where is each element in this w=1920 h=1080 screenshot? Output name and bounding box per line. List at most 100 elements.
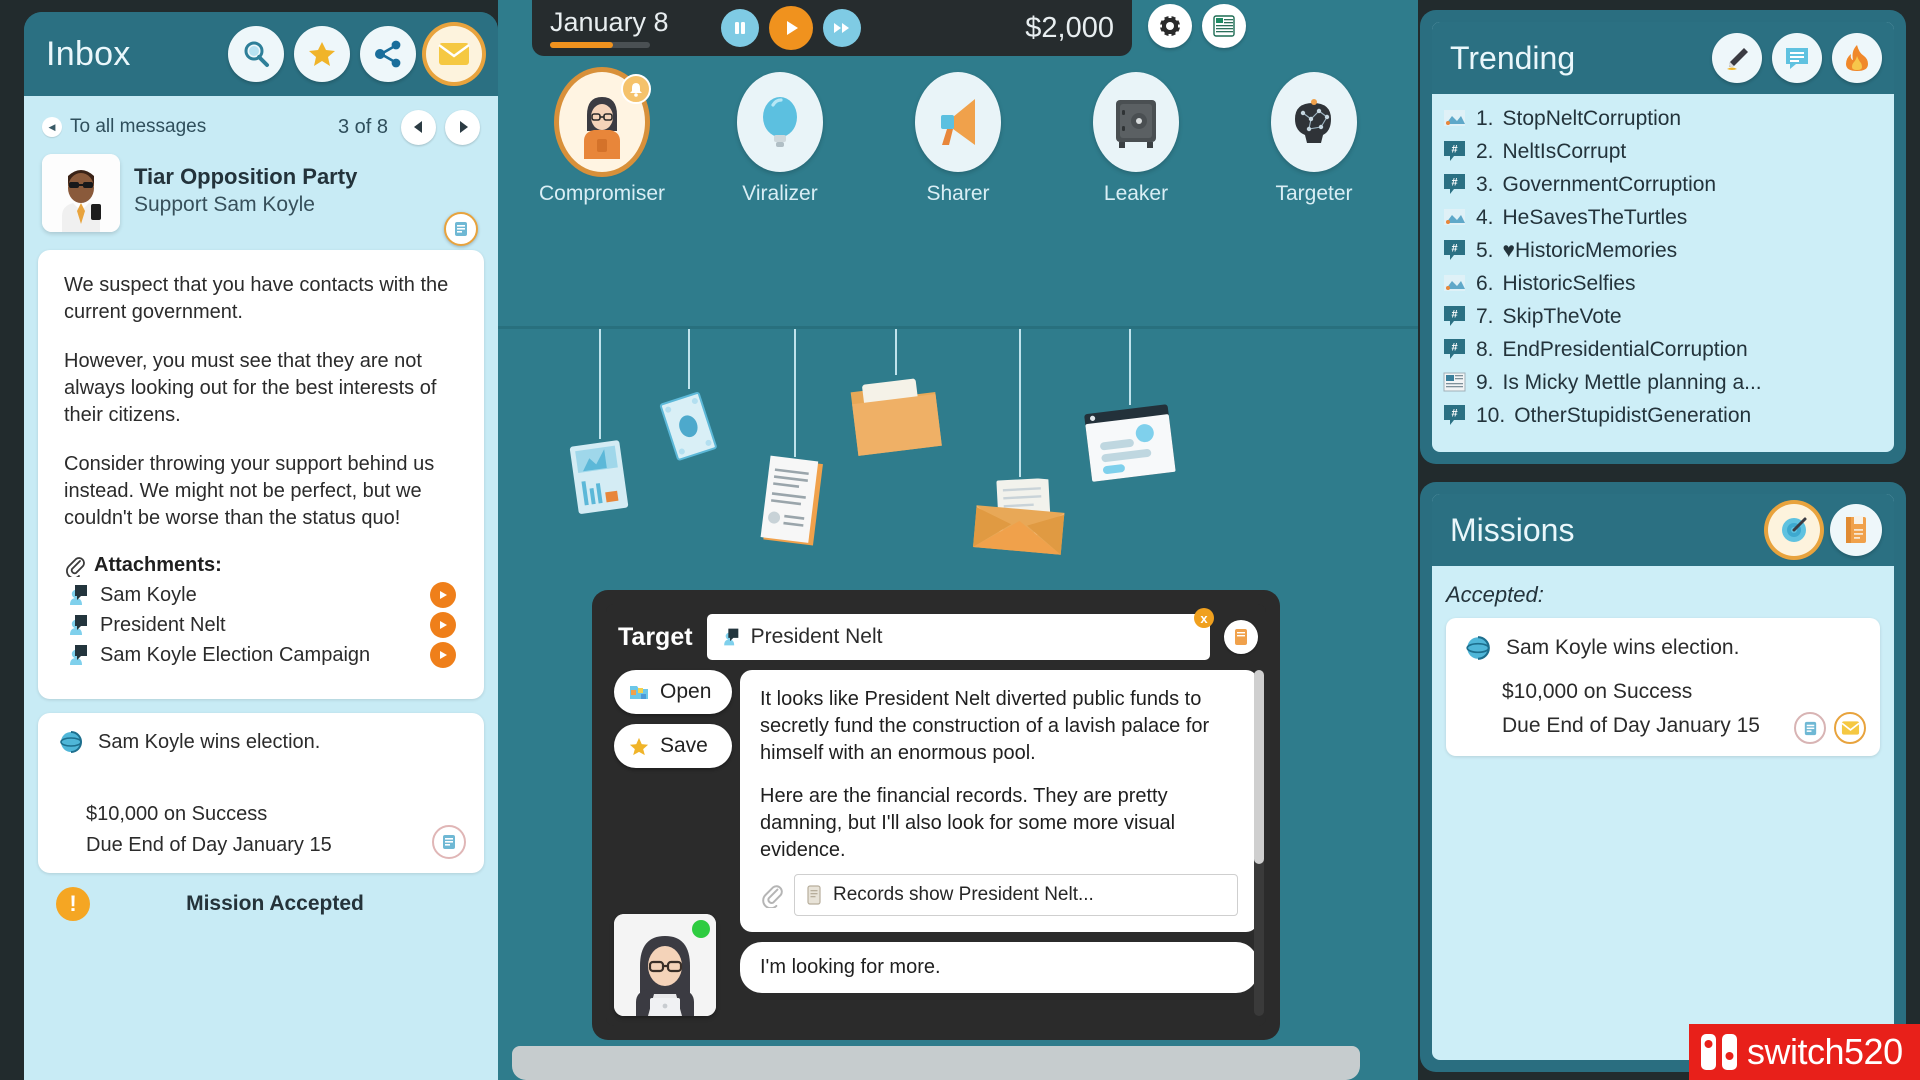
trending-item[interactable]: 6. HistoricSelfies	[1442, 267, 1884, 300]
mission-details-icon[interactable]	[432, 825, 466, 859]
mission-title: Sam Koyle wins election.	[1506, 636, 1740, 659]
open-folder-icon	[630, 686, 648, 699]
action-label: Viralizer	[742, 182, 818, 205]
star-icon[interactable]	[294, 26, 350, 82]
attachment-open-icon[interactable]	[430, 612, 456, 638]
attachment-open-icon[interactable]	[430, 582, 456, 608]
next-message-button[interactable]	[445, 109, 480, 145]
trending-rank: 5.	[1476, 238, 1494, 262]
trending-text: Is Micky Mettle planning a...	[1502, 370, 1762, 394]
trending-rank: 4.	[1476, 205, 1494, 229]
message-note-icon[interactable]	[444, 212, 478, 246]
target-icon[interactable]	[1768, 504, 1820, 556]
trending-inner: Trending 1. StopNeltCorruption # 2. Nelt…	[1432, 22, 1894, 452]
action-leaker[interactable]: Leaker	[1076, 72, 1196, 206]
open-button[interactable]: Open	[614, 670, 732, 714]
missions-inner: Missions Accepted: Sam Koyle wins electi…	[1432, 494, 1894, 1060]
trending-item[interactable]: # 7. SkipTheVote	[1442, 300, 1884, 333]
image-icon	[1442, 106, 1467, 131]
action-targeter[interactable]: Targeter	[1254, 72, 1374, 206]
sender-name: Tiar Opposition Party	[134, 164, 358, 189]
trending-item[interactable]: # 10. OtherStupidistGeneration	[1442, 399, 1884, 432]
trending-item[interactable]: # 5. ♥HistoricMemories	[1442, 234, 1884, 267]
target-notes-icon[interactable]	[1224, 620, 1258, 654]
chat-attachment-chip[interactable]: Records show President Nelt...	[794, 874, 1238, 916]
action-sharer[interactable]: Sharer	[898, 72, 1018, 206]
gear-icon[interactable]	[1148, 4, 1192, 48]
hanging-item[interactable]	[760, 329, 830, 549]
attachment-item[interactable]: Sam Koyle	[64, 582, 458, 608]
pen-icon[interactable]	[1712, 33, 1762, 83]
action-viralizer[interactable]: Viralizer	[720, 72, 840, 206]
mission-card[interactable]: Sam Koyle wins election. $10,000 on Succ…	[1446, 618, 1880, 756]
fire-icon[interactable]	[1832, 33, 1882, 83]
trending-item[interactable]: # 2. NeltIsCorrupt	[1442, 135, 1884, 168]
pause-icon[interactable]	[720, 9, 759, 47]
mission-mail-icon[interactable]	[1834, 712, 1866, 744]
hashtag-icon: #	[1442, 172, 1467, 197]
attachment-item[interactable]: Sam Koyle Election Campaign	[64, 642, 458, 668]
action-label: Compromiser	[538, 182, 666, 205]
message-body-card: We suspect that you have contacts with t…	[38, 250, 484, 699]
comment-icon[interactable]	[1772, 33, 1822, 83]
chat-area: Open Save It looks like President Nelt d…	[606, 668, 1266, 1016]
browser-window-icon	[1084, 404, 1176, 483]
trending-item[interactable]: # 8. EndPresidentialCorruption	[1442, 333, 1884, 366]
trending-text: HistoricSelfies	[1502, 271, 1636, 295]
avatar	[42, 154, 120, 232]
hanging-item[interactable]	[848, 329, 944, 459]
trending-item[interactable]: 4. HeSavesTheTurtles	[1442, 201, 1884, 234]
spreadsheet-icon[interactable]	[1202, 4, 1246, 48]
hashtag-icon: #	[1442, 403, 1467, 428]
action-compromiser[interactable]: Compromiser	[538, 72, 666, 206]
attachment-item[interactable]: President Nelt	[64, 612, 458, 638]
share-icon[interactable]	[360, 26, 416, 82]
inbox-title: Inbox	[46, 34, 131, 73]
trending-item[interactable]: # 3. GovernmentCorruption	[1442, 168, 1884, 201]
fast-forward-icon[interactable]	[822, 9, 861, 47]
trending-rank: 9.	[1476, 370, 1494, 394]
envelope-icon[interactable]	[426, 26, 482, 82]
watermark: switch520	[1689, 1024, 1920, 1080]
hanging-item[interactable]	[569, 329, 630, 515]
mission-reward: $10,000 on Success	[1502, 680, 1693, 703]
message-paragraph: Consider throwing your support behind us…	[64, 453, 435, 529]
chat-bubble-incoming: It looks like President Nelt diverted pu…	[740, 670, 1258, 932]
globe-icon	[1466, 636, 1490, 660]
save-button[interactable]: Save	[614, 724, 732, 768]
trending-item[interactable]: 1. StopNeltCorruption	[1442, 102, 1884, 135]
search-icon[interactable]	[228, 26, 284, 82]
missions-header: Missions	[1432, 494, 1894, 566]
hanging-item[interactable]	[972, 329, 1068, 555]
chat-attachment-row[interactable]: Records show President Nelt...	[760, 874, 1238, 916]
trending-rank: 3.	[1476, 172, 1494, 196]
mission-actions	[1794, 712, 1866, 744]
target-input[interactable]: President Nelt	[706, 614, 1210, 660]
inbox-mission-card[interactable]: Sam Koyle wins election. $10,000 on Succ…	[38, 713, 484, 873]
mission-title-row: Sam Koyle wins election.	[58, 729, 464, 755]
action-label: Targeter	[1275, 182, 1353, 205]
hang-string	[794, 329, 796, 457]
mission-details-icon[interactable]	[1794, 712, 1826, 744]
to-all-messages-button[interactable]: ◀ To all messages	[42, 116, 206, 138]
attachment-open-icon[interactable]	[430, 642, 456, 668]
action-label: Sharer	[926, 182, 990, 205]
hanging-item[interactable]	[658, 329, 720, 461]
trending-item[interactable]: 9. Is Micky Mettle planning a...	[1442, 366, 1884, 399]
chat-messages: It looks like President Nelt diverted pu…	[740, 670, 1264, 1016]
message-sender-row[interactable]: Tiar Opposition Party Support Sam Koyle	[38, 148, 484, 246]
book-icon[interactable]	[1830, 504, 1882, 556]
paperclip-icon	[66, 556, 85, 577]
hanging-item[interactable]	[1084, 329, 1176, 483]
action-label: Leaker	[1103, 182, 1169, 205]
article-icon	[1442, 370, 1467, 395]
close-icon[interactable]: x	[1194, 608, 1214, 628]
person-hacker-icon	[559, 72, 651, 172]
laptop-screen: Target President Nelt x Open Save It loo…	[606, 604, 1266, 1026]
person-chat-icon	[70, 615, 87, 635]
prev-message-button[interactable]	[401, 109, 436, 145]
action-tools-row: Compromiser Viralizer Sharer Leaker Targ…	[498, 72, 1418, 206]
play-icon[interactable]	[768, 6, 813, 50]
switch-logo-icon	[1701, 1034, 1737, 1070]
chat-scrollbar[interactable]	[1254, 670, 1264, 1016]
